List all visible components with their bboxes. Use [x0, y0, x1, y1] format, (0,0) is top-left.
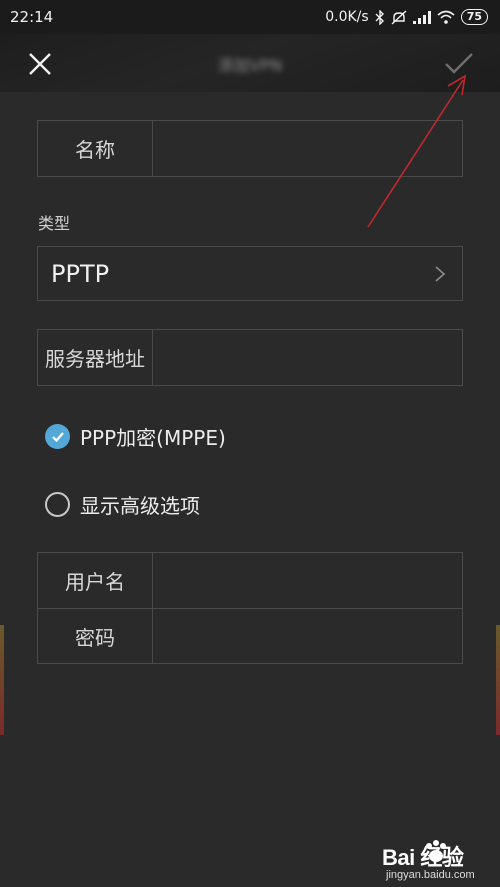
type-select[interactable]: PPTP	[37, 246, 463, 301]
name-row: 名称	[38, 121, 462, 176]
type-value: PPTP	[51, 259, 110, 288]
signal-icon	[412, 10, 431, 24]
ppp-encryption-label: PPP加密(MPPE)	[80, 426, 226, 450]
close-button[interactable]	[26, 50, 54, 78]
baidu-watermark: Bai 经验 jingyan.baidu.com	[382, 836, 500, 886]
password-input[interactable]	[153, 609, 462, 663]
server-row: 服务器地址	[38, 330, 462, 385]
check-icon	[51, 431, 64, 442]
username-input[interactable]	[153, 553, 462, 608]
username-label: 用户名	[38, 553, 153, 608]
chevron-right-icon	[435, 265, 446, 282]
name-field-box: 名称	[37, 120, 463, 177]
credentials-box: 用户名 密码	[37, 552, 463, 664]
status-time: 22:14	[10, 8, 54, 26]
show-advanced-label: 显示高级选项	[80, 494, 200, 518]
left-edge-strip	[0, 625, 4, 735]
page-title: 添加VPN	[217, 56, 283, 75]
server-field-box: 服务器地址	[37, 329, 463, 386]
server-input[interactable]	[153, 330, 462, 385]
checkmark-icon	[445, 53, 473, 74]
username-row: 用户名	[38, 553, 462, 608]
paw-icon	[426, 840, 446, 862]
show-advanced-checkbox[interactable]	[45, 492, 70, 517]
server-label: 服务器地址	[38, 330, 153, 385]
title-bar: 添加VPN	[0, 34, 500, 92]
bluetooth-icon	[375, 9, 385, 25]
password-label: 密码	[38, 609, 153, 663]
name-label: 名称	[38, 121, 153, 176]
password-row: 密码	[38, 608, 462, 663]
close-icon	[29, 53, 51, 75]
status-icons: 0.0K/s 75	[325, 9, 488, 25]
net-speed: 0.0K/s	[325, 9, 369, 25]
wifi-icon	[437, 10, 455, 24]
battery-icon: 75	[460, 9, 488, 25]
right-edge-strip	[496, 625, 500, 735]
ppp-encryption-option[interactable]: PPP加密(MPPE)	[45, 422, 226, 451]
status-bar: 22:14 0.0K/s 75	[0, 0, 500, 34]
mute-icon	[391, 9, 407, 25]
type-section-label: 类型	[38, 214, 71, 233]
confirm-button[interactable]	[442, 50, 476, 78]
name-input[interactable]	[153, 121, 462, 176]
ppp-encryption-checkbox[interactable]	[45, 424, 70, 449]
watermark-url: jingyan.baidu.com	[386, 869, 475, 881]
show-advanced-option[interactable]: 显示高级选项	[45, 490, 200, 519]
